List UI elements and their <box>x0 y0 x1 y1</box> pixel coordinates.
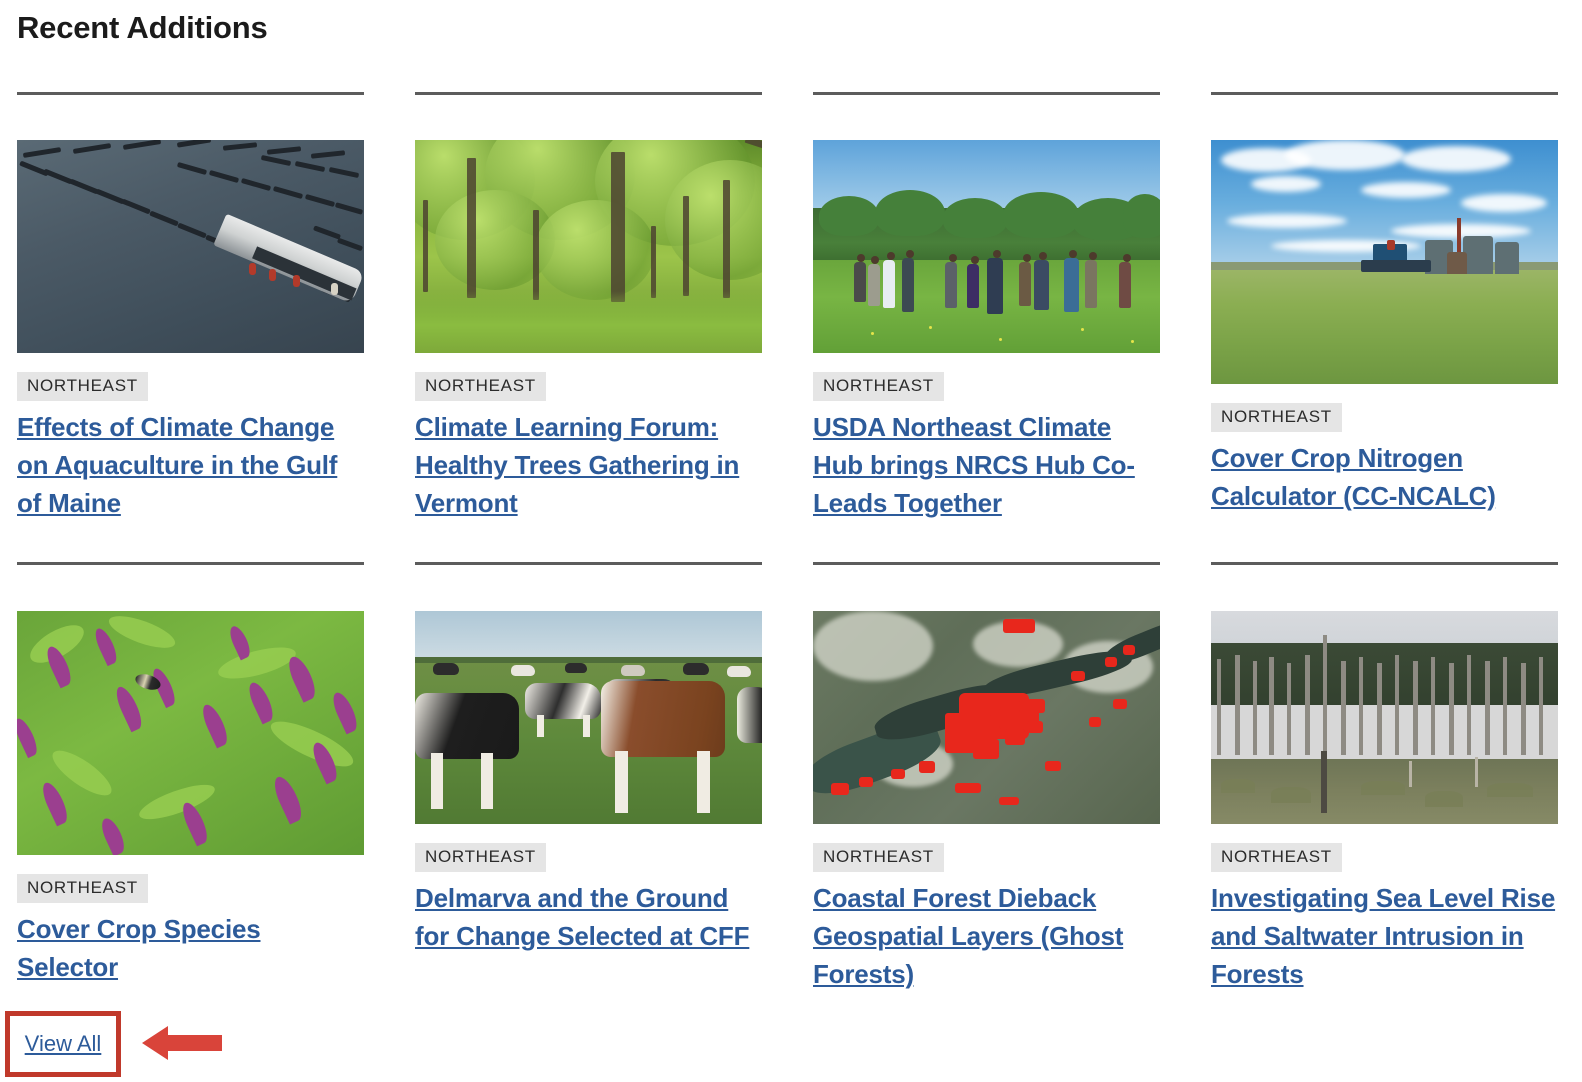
card-delmarva-ground-for-change[interactable]: NORTHEAST Delmarva and the Ground for Ch… <box>415 562 762 993</box>
green-deciduous-forest-photo[interactable] <box>415 140 762 353</box>
annotation-arrow-icon <box>142 1026 222 1060</box>
card-grid-row-2: NORTHEAST Cover Crop Species Selector NO… <box>17 562 1565 993</box>
card-divider <box>813 92 1160 95</box>
card-title-link[interactable]: Climate Learning Forum: Healthy Trees Ga… <box>415 408 762 522</box>
card-title-link[interactable]: Investigating Sea Level Rise and Saltwat… <box>1211 879 1558 993</box>
region-tag: NORTHEAST <box>1211 403 1342 432</box>
card-title-link[interactable]: Cover Crop Species Selector <box>17 910 364 986</box>
card-divider <box>813 562 1160 565</box>
aerial-aquaculture-rafts-photo[interactable] <box>17 140 364 353</box>
card-divider <box>415 562 762 565</box>
view-all-annotation-box: View All <box>5 1011 121 1077</box>
card-cover-crop-species-selector[interactable]: NORTHEAST Cover Crop Species Selector <box>17 562 364 993</box>
purple-vetch-flowers-with-bee-photo[interactable] <box>17 611 364 855</box>
page-title: Recent Additions <box>17 10 268 45</box>
card-cover-crop-nitrogen-calculator[interactable]: NORTHEAST Cover Crop Nitrogen Calculator… <box>1211 92 1558 522</box>
card-sea-level-rise-forests[interactable]: NORTHEAST Investigating Sea Level Rise a… <box>1211 562 1558 993</box>
card-usda-hub-co-leads[interactable]: NORTHEAST USDA Northeast Climate Hub bri… <box>813 92 1160 522</box>
card-title-link[interactable]: USDA Northeast Climate Hub brings NRCS H… <box>813 408 1160 522</box>
region-tag: NORTHEAST <box>17 372 148 401</box>
view-all-link[interactable]: View All <box>25 1031 102 1057</box>
card-climate-learning-forum[interactable]: NORTHEAST Climate Learning Forum: Health… <box>415 92 762 522</box>
ghost-forest-dead-trees-photo[interactable] <box>1211 611 1558 824</box>
region-tag: NORTHEAST <box>415 372 546 401</box>
region-tag: NORTHEAST <box>1211 843 1342 872</box>
region-tag: NORTHEAST <box>813 843 944 872</box>
card-divider <box>415 92 762 95</box>
card-title-link[interactable]: Delmarva and the Ground for Change Selec… <box>415 879 762 955</box>
card-grid-row-1: NORTHEAST Effects of Climate Change on A… <box>17 92 1565 522</box>
card-aquaculture[interactable]: NORTHEAST Effects of Climate Change on A… <box>17 92 364 522</box>
region-tag: NORTHEAST <box>813 372 944 401</box>
card-title-link[interactable]: Coastal Forest Dieback Geospatial Layers… <box>813 879 1160 993</box>
region-tag: NORTHEAST <box>415 843 546 872</box>
card-divider <box>1211 92 1558 95</box>
card-title-link[interactable]: Cover Crop Nitrogen Calculator (CC-NCALC… <box>1211 439 1558 515</box>
card-coastal-forest-dieback[interactable]: NORTHEAST Coastal Forest Dieback Geospat… <box>813 562 1160 993</box>
group-standing-in-green-field-photo[interactable] <box>813 140 1160 353</box>
region-tag: NORTHEAST <box>17 874 148 903</box>
recent-additions-page: Recent Additions NORTHEAST Effects of Cl… <box>0 0 1582 1082</box>
dairy-cows-on-pasture-photo[interactable] <box>415 611 762 824</box>
card-divider <box>17 92 364 95</box>
card-divider <box>17 562 364 565</box>
card-title-link[interactable]: Effects of Climate Change on Aquaculture… <box>17 408 364 522</box>
card-divider <box>1211 562 1558 565</box>
satellite-dieback-map-photo[interactable] <box>813 611 1160 824</box>
tractor-in-cover-crop-field-photo[interactable] <box>1211 140 1558 384</box>
